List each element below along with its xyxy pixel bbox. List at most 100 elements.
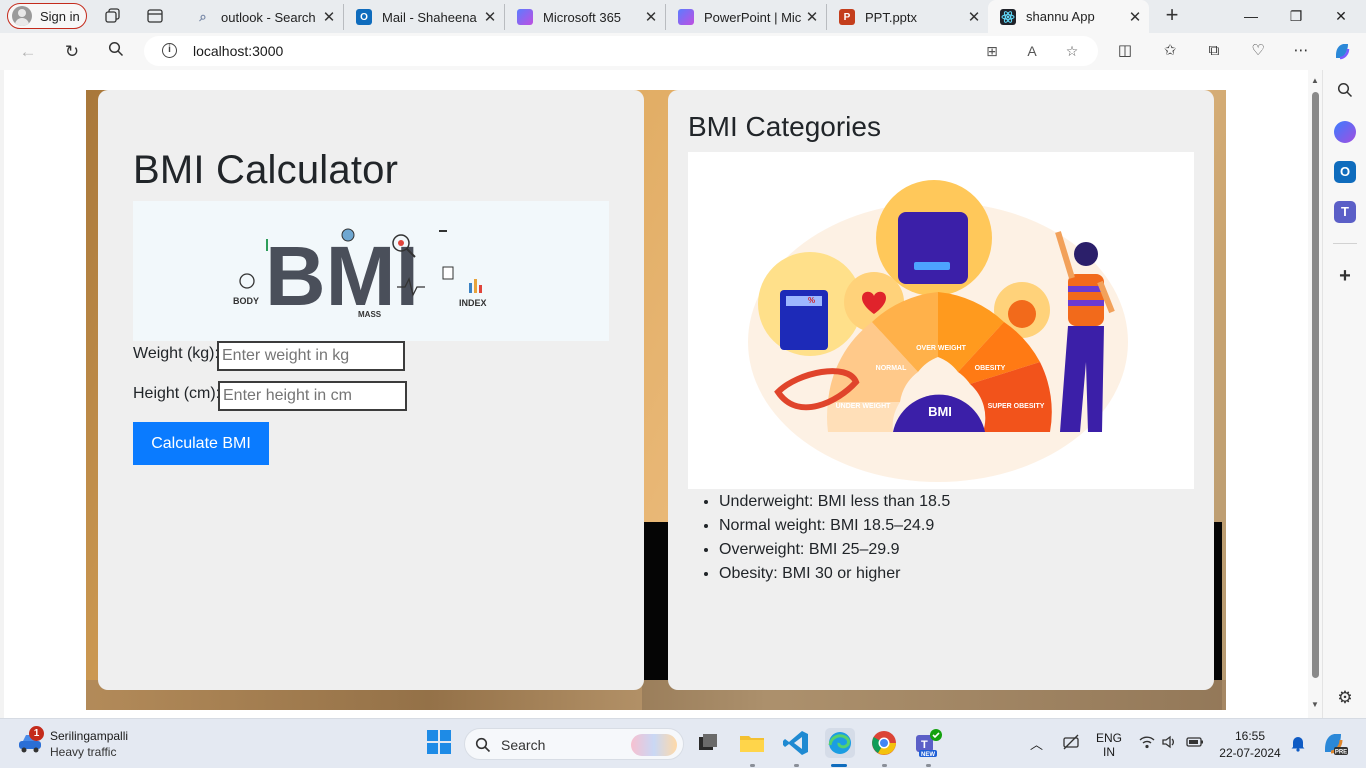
app-active-indicator [831, 764, 847, 767]
svg-text:OBESITY: OBESITY [975, 365, 1006, 372]
avatar-icon [12, 6, 32, 26]
copilot-icon[interactable] [1332, 41, 1352, 61]
favorites-icon[interactable]: ✩ [1160, 41, 1180, 61]
svg-text:BMI: BMI [928, 404, 952, 419]
tab-title: outlook - Search [221, 9, 316, 25]
more-menu-icon[interactable]: ⋯ [1291, 41, 1311, 61]
powerpoint-icon: P [839, 9, 855, 25]
search-icon [475, 737, 491, 753]
tab-title: Microsoft 365 [543, 9, 622, 25]
language-indicator[interactable]: ENG IN [1094, 731, 1124, 759]
tab-actions-icon[interactable] [145, 6, 165, 26]
restore-button[interactable]: ❐ [1274, 2, 1318, 30]
search-highlight-icon [631, 734, 677, 756]
search-icon[interactable] [104, 40, 128, 64]
tab-powerpoint[interactable]: PowerPoint | Micr ✕ [666, 4, 827, 30]
sidebar-divider [1333, 243, 1357, 244]
height-input[interactable] [218, 381, 407, 411]
copilot-taskbar-icon[interactable]: PRE [1320, 729, 1348, 760]
notification-bell-icon[interactable] [1290, 734, 1306, 755]
svg-text:SUPER OBESITY: SUPER OBESITY [988, 403, 1045, 410]
close-icon[interactable]: ✕ [480, 8, 500, 26]
favorite-star-icon[interactable]: ☆ [1063, 42, 1081, 60]
network-off-icon[interactable] [1062, 733, 1080, 754]
settings-gear-icon[interactable]: ⚙ [1334, 687, 1356, 709]
new-tab-button[interactable]: + [1160, 4, 1184, 28]
page-viewport: BMI Calculator BMI BODY MASS INDEX Weigh… [4, 70, 1322, 718]
logo-index-text: INDEX [459, 298, 487, 308]
m365-icon[interactable] [1334, 121, 1356, 143]
app-running-indicator [882, 764, 887, 767]
svg-text:OVER WEIGHT: OVER WEIGHT [916, 345, 967, 352]
system-clock[interactable]: 16:55 22-07-2024 [1219, 729, 1281, 760]
wifi-icon[interactable] [1139, 735, 1155, 752]
close-icon[interactable]: ✕ [964, 8, 984, 26]
file-explorer-icon[interactable] [737, 728, 767, 758]
collections-icon[interactable]: ⧉ [1204, 41, 1224, 61]
tab-shannu-app[interactable]: shannu App ✕ [988, 0, 1149, 33]
categories-title: BMI Categories [688, 111, 881, 142]
refresh-icon[interactable]: ↻ [60, 40, 84, 64]
weather-location: Serilingampalli [50, 729, 129, 743]
list-item: Obesity: BMI 30 or higher [719, 562, 950, 586]
react-icon [1000, 8, 1016, 25]
language-code: ENG [1095, 731, 1122, 745]
task-view-icon[interactable] [693, 728, 723, 758]
close-icon[interactable]: ✕ [802, 8, 822, 26]
bmi-categories-card: BMI Categories % BMI NORMAL OVER WEIGHT … [668, 90, 1214, 690]
profile-signin-button[interactable]: Sign in [7, 3, 87, 29]
clock-date: 22-07-2024 [1219, 746, 1281, 760]
weather-widget[interactable]: 1 Serilingampalli Heavy traffic [17, 726, 147, 761]
edge-browser-icon[interactable] [825, 728, 855, 758]
minimize-button[interactable]: — [1229, 2, 1273, 30]
close-icon[interactable]: ✕ [1125, 8, 1145, 26]
show-hidden-icons-chevron-icon[interactable]: ︿ [1030, 734, 1043, 753]
bmi-categories-illustration: % BMI NORMAL OVER WEIGHT OBESITY UNDER W… [688, 152, 1194, 489]
app-available-icon[interactable]: ⊞ [983, 42, 1001, 60]
app-running-indicator [926, 764, 931, 767]
windows-start-icon[interactable] [425, 728, 455, 758]
battery-icon[interactable] [1186, 735, 1204, 752]
workspaces-icon[interactable] [103, 6, 123, 26]
outlook-icon[interactable]: O [1334, 161, 1356, 183]
logo-body-text: BODY [233, 296, 259, 306]
tab-title: Mail - Shaheena P [382, 9, 480, 25]
scrollbar-thumb[interactable] [1312, 92, 1319, 678]
svg-text:T: T [921, 739, 928, 751]
browser-essentials-icon[interactable]: ♡ [1248, 41, 1268, 61]
tab-title: PowerPoint | Micr [704, 9, 802, 25]
address-bar[interactable]: i localhost:3000 ⊞ A ☆ [144, 36, 1098, 66]
svg-text:NEW: NEW [921, 752, 935, 758]
page-scrollbar[interactable]: ▲ ▼ [1308, 70, 1322, 718]
vscode-icon[interactable] [781, 728, 811, 758]
volume-icon[interactable] [1161, 735, 1177, 752]
tab-outlook-search[interactable]: ⌕ outlook - Search ✕ [183, 4, 344, 30]
close-icon[interactable]: ✕ [319, 8, 339, 26]
scroll-down-icon[interactable]: ▼ [1310, 700, 1320, 709]
back-icon[interactable]: ← [16, 40, 40, 64]
windows-taskbar: 1 Serilingampalli Heavy traffic Search T… [0, 718, 1366, 768]
search-icon[interactable] [1334, 82, 1356, 104]
tab-title: shannu App [1026, 9, 1095, 24]
tab-microsoft-365[interactable]: Microsoft 365 ✕ [505, 4, 666, 30]
taskbar-search[interactable]: Search [464, 728, 684, 760]
close-window-button[interactable]: ✕ [1319, 2, 1363, 30]
site-info-icon[interactable]: i [162, 43, 177, 58]
teams-icon[interactable]: T [1334, 201, 1356, 223]
scroll-up-icon[interactable]: ▲ [1310, 76, 1320, 85]
tab-ppt-file[interactable]: P PPT.pptx ✕ [827, 4, 988, 30]
chrome-icon[interactable] [869, 728, 899, 758]
teams-icon[interactable]: T NEW [913, 728, 943, 758]
weight-input[interactable] [217, 341, 405, 371]
svg-text:NORMAL: NORMAL [876, 365, 907, 372]
weight-label: Weight (kg): [133, 345, 219, 362]
bmi-categories-list: Underweight: BMI less than 18.5 Normal w… [719, 490, 950, 586]
weather-status: Heavy traffic [50, 745, 117, 759]
close-icon[interactable]: ✕ [641, 8, 661, 26]
add-icon[interactable]: + [1334, 265, 1356, 287]
calculate-bmi-button[interactable]: Calculate BMI [133, 422, 269, 465]
height-label: Height (cm): [133, 385, 221, 402]
tab-mail[interactable]: O Mail - Shaheena P ✕ [344, 4, 505, 30]
split-screen-icon[interactable]: ◫ [1115, 41, 1135, 61]
read-aloud-icon[interactable]: A [1023, 42, 1041, 60]
